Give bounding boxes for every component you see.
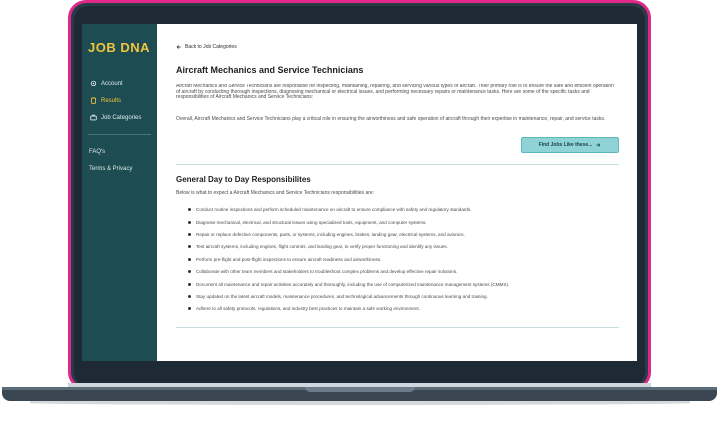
find-jobs-label: Find Jobs Like these... bbox=[538, 141, 593, 148]
sidebar-item-results[interactable]: Results bbox=[82, 92, 157, 109]
bullet-icon bbox=[188, 257, 191, 261]
list-item: Conduct routine inspections and perform … bbox=[188, 204, 619, 216]
main-content: Back to Job Categories Aircraft Mechanic… bbox=[157, 24, 637, 361]
bullet-icon bbox=[188, 245, 191, 249]
gear-icon bbox=[89, 80, 97, 88]
job-description: Aircraft Mechanics and Service Technicia… bbox=[176, 84, 614, 101]
action-row: Find Jobs Like these... bbox=[176, 136, 619, 153]
sidebar: JOB DNA Account Results Job Categories F… bbox=[82, 24, 157, 361]
back-link-label: Back to Job Categories bbox=[185, 44, 237, 50]
list-item: Collaborate with other team members and … bbox=[188, 266, 619, 278]
laptop-notch bbox=[305, 387, 415, 392]
briefcase-icon bbox=[89, 114, 97, 122]
bullet-icon bbox=[188, 208, 191, 212]
sidebar-item-label: FAQ's bbox=[89, 148, 106, 155]
list-item: Document all maintenance and repair acti… bbox=[188, 278, 619, 290]
responsibilities-intro: Below is what to expect a Aircraft Mecha… bbox=[176, 189, 375, 196]
sidebar-item-job-categories[interactable]: Job Categories bbox=[82, 109, 157, 126]
sidebar-item-label: Terms & Privacy bbox=[89, 165, 133, 172]
bottom-divider bbox=[176, 327, 619, 329]
list-item: Stay updated on the latest aircraft mode… bbox=[188, 290, 619, 302]
laptop-shadow bbox=[30, 401, 690, 405]
back-to-job-categories-link[interactable]: Back to Job Categories bbox=[176, 44, 619, 50]
bullet-icon bbox=[188, 282, 191, 286]
sidebar-divider bbox=[88, 134, 151, 135]
sidebar-item-label: Results bbox=[101, 97, 122, 104]
clipboard-icon bbox=[89, 97, 97, 105]
list-item: Perform pre-flight and post-flight inspe… bbox=[188, 253, 619, 265]
sidebar-item-terms-privacy[interactable]: Terms & Privacy bbox=[82, 160, 157, 177]
list-item: Adhere to all safety protocols, regulati… bbox=[188, 303, 619, 315]
bullet-icon bbox=[188, 233, 191, 237]
arrow-right-icon bbox=[596, 142, 601, 147]
sidebar-item-label: Job Categories bbox=[101, 114, 142, 121]
list-item: Test aircraft systems, including engines… bbox=[188, 241, 619, 253]
find-jobs-button[interactable]: Find Jobs Like these... bbox=[521, 136, 619, 153]
list-item: Diagnose mechanical, electrical, and str… bbox=[188, 216, 619, 228]
section-divider bbox=[176, 163, 619, 165]
job-summary: Overall, Aircraft Mechanics and Service … bbox=[176, 116, 606, 122]
sidebar-item-faqs[interactable]: FAQ's bbox=[82, 143, 157, 160]
bullet-icon bbox=[188, 220, 191, 224]
page-title: Aircraft Mechanics and Service Technicia… bbox=[176, 65, 364, 75]
bullet-icon bbox=[188, 270, 191, 274]
app-screen: JOB DNA Account Results Job Categories F… bbox=[82, 24, 637, 361]
bullet-icon bbox=[188, 307, 191, 311]
sidebar-item-account[interactable]: Account bbox=[82, 75, 157, 92]
list-item: Repair or replace defective components, … bbox=[188, 228, 619, 240]
bullet-icon bbox=[188, 295, 191, 299]
laptop-mockup: JOB DNA Account Results Job Categories F… bbox=[0, 0, 719, 421]
app-logo: JOB DNA bbox=[88, 40, 151, 55]
responsibilities-list: Conduct routine inspections and perform … bbox=[176, 204, 619, 316]
arrow-left-icon bbox=[176, 45, 181, 49]
responsibilities-title: General Day to Day Responsibilites bbox=[176, 174, 311, 184]
sidebar-item-label: Account bbox=[101, 80, 123, 87]
